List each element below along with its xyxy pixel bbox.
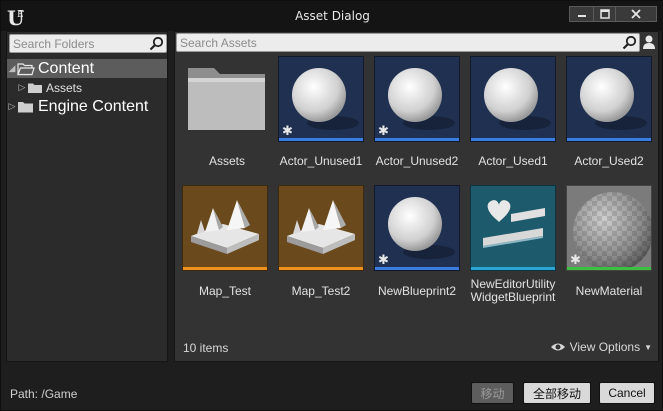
asset-name: Actor_Used2 bbox=[574, 154, 644, 168]
map-icon bbox=[287, 200, 355, 254]
minimize-icon bbox=[577, 15, 586, 17]
tree-item-label: Engine Content bbox=[38, 97, 149, 115]
unsaved-star-icon: ✱ bbox=[378, 253, 389, 268]
path-label: Path: /Game bbox=[10, 387, 78, 401]
folder-open-icon bbox=[17, 62, 35, 76]
folder-search-input[interactable] bbox=[10, 35, 130, 52]
asset-thumbnail bbox=[278, 185, 364, 271]
search-icon[interactable] bbox=[622, 35, 637, 50]
asset-name-line: WidgetBlueprint bbox=[470, 290, 556, 304]
close-button[interactable] bbox=[616, 7, 656, 21]
asset-type-bar bbox=[279, 138, 363, 141]
folder-tree: ◢ Content ▷ Assets ▷ Engine Content bbox=[7, 59, 167, 116]
user-icon[interactable] bbox=[642, 34, 656, 50]
minimize-button[interactable] bbox=[570, 7, 594, 21]
asset-panel: Assets ✱ Actor_Unused1 ✱ bbox=[174, 31, 659, 362]
unsaved-star-icon: ✱ bbox=[282, 124, 293, 139]
folder-icon bbox=[17, 100, 35, 114]
asset-tile-blueprint[interactable]: ✱ NewBlueprint2 bbox=[374, 185, 460, 325]
folder-icon bbox=[27, 82, 43, 94]
asset-thumbnail bbox=[470, 185, 556, 271]
cancel-button[interactable]: Cancel bbox=[599, 382, 655, 404]
unsaved-star-icon: ✱ bbox=[570, 253, 581, 268]
folder-icon bbox=[188, 68, 265, 130]
asset-thumbnail bbox=[566, 56, 652, 142]
asset-tile-blueprint[interactable]: Actor_Used1 bbox=[470, 56, 556, 174]
asset-tile-map[interactable]: Map_Test bbox=[182, 185, 268, 325]
sphere-icon bbox=[580, 68, 647, 130]
asset-search-input[interactable] bbox=[177, 34, 597, 51]
asset-type-bar bbox=[183, 267, 267, 270]
asset-thumbnail: ✱ bbox=[374, 56, 460, 142]
asset-name: Actor_Unused2 bbox=[375, 154, 459, 168]
tree-item-content[interactable]: ◢ Content bbox=[7, 59, 167, 78]
asset-name: NewBlueprint2 bbox=[377, 284, 457, 298]
move-all-button[interactable]: 全部移动 bbox=[523, 382, 591, 404]
asset-tile-blueprint[interactable]: Actor_Used2 bbox=[566, 56, 652, 174]
asset-name: Map_Test bbox=[198, 284, 252, 298]
asset-tile-blueprint[interactable]: ✱ Actor_Unused2 bbox=[374, 56, 460, 174]
asset-thumbnail: ✱ bbox=[374, 185, 460, 271]
asset-type-bar bbox=[375, 138, 459, 141]
chevron-down-icon: ▼ bbox=[644, 342, 652, 352]
asset-thumbnail: ✱ bbox=[278, 56, 364, 142]
asset-thumbnail bbox=[182, 185, 268, 271]
tree-item-assets[interactable]: ▷ Assets bbox=[7, 78, 167, 97]
tree-item-label: Content bbox=[38, 59, 95, 77]
asset-type-bar bbox=[375, 267, 459, 270]
asset-dialog-window: U E Asset Dialog ◢ bbox=[0, 0, 663, 411]
asset-thumbnail: ✱ bbox=[566, 185, 652, 271]
tree-item-engine-content[interactable]: ▷ Engine Content bbox=[7, 97, 167, 116]
asset-type-bar bbox=[567, 138, 651, 141]
tree-item-label: Assets bbox=[46, 80, 83, 95]
eye-icon bbox=[550, 343, 565, 351]
move-button[interactable]: 移动 bbox=[471, 382, 514, 404]
collapse-arrow-icon[interactable]: ▷ bbox=[7, 102, 17, 112]
asset-tile-folder[interactable]: Assets bbox=[184, 56, 270, 174]
search-icon[interactable] bbox=[149, 36, 164, 51]
sphere-icon bbox=[484, 68, 551, 130]
asset-type-bar bbox=[567, 267, 651, 270]
widget-icon bbox=[483, 200, 545, 248]
asset-name-line: NewEditorUtility bbox=[470, 277, 556, 291]
asset-tile-widget[interactable]: NewEditorUtility WidgetBlueprint bbox=[470, 185, 556, 325]
view-options-button[interactable]: View Options ▼ bbox=[550, 340, 652, 354]
folder-panel: ◢ Content ▷ Assets ▷ Engine Content bbox=[6, 31, 168, 362]
asset-tile-blueprint[interactable]: ✱ Actor_Unused1 bbox=[278, 56, 364, 174]
asset-tile-material[interactable]: ✱ NewMaterial bbox=[566, 185, 652, 325]
asset-name: NewMaterial bbox=[575, 284, 643, 298]
items-count: 10 items bbox=[183, 341, 229, 355]
window-title: Asset Dialog bbox=[295, 9, 370, 23]
map-icon bbox=[191, 200, 259, 254]
asset-name: Actor_Used1 bbox=[478, 154, 548, 168]
asset-tile-map[interactable]: Map_Test2 bbox=[278, 185, 364, 325]
unsaved-star-icon: ✱ bbox=[378, 124, 389, 139]
expand-arrow-icon[interactable]: ◢ bbox=[7, 64, 17, 74]
view-options-label: View Options bbox=[569, 340, 641, 354]
asset-name: Map_Test2 bbox=[291, 284, 351, 298]
asset-search-box bbox=[176, 33, 640, 52]
window-controls bbox=[569, 6, 657, 22]
asset-type-bar bbox=[279, 267, 363, 270]
asset-thumbnail bbox=[470, 56, 556, 142]
asset-type-bar bbox=[471, 267, 555, 270]
maximize-button[interactable] bbox=[594, 7, 616, 21]
title-bar[interactable]: U E Asset Dialog bbox=[1, 1, 663, 31]
maximize-icon bbox=[599, 9, 610, 19]
folder-search-box bbox=[9, 34, 167, 53]
asset-type-bar bbox=[471, 138, 555, 141]
close-icon bbox=[631, 9, 641, 19]
collapse-arrow-icon[interactable]: ▷ bbox=[17, 83, 27, 93]
asset-name: NewEditorUtility WidgetBlueprint bbox=[458, 278, 568, 304]
asset-name: Actor_Unused1 bbox=[279, 154, 363, 168]
